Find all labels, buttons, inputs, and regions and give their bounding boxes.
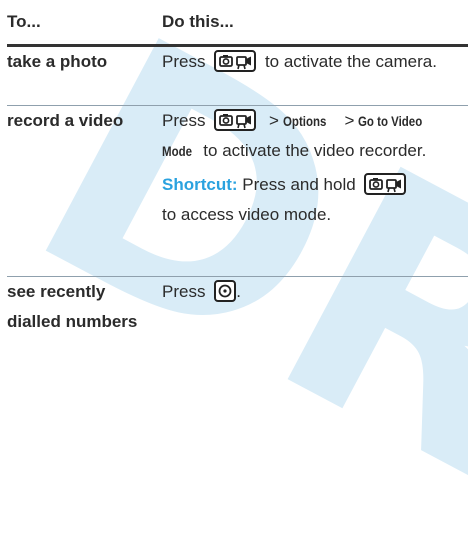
table-row: see recently dialled numbers Press . [7,277,468,386]
press-text: Press [162,282,206,301]
instruction-paragraph: Press > Options > Go to Video Mode to acti… [162,106,468,166]
menu-option-mode: Mode [162,143,192,159]
instruction-recent-dialled: Press . [162,277,468,386]
camera-video-key-icon [214,108,257,131]
camera-video-key-icon [364,172,407,195]
camera-video-key-icon [214,49,257,72]
shortcut-label: Shortcut: [162,175,238,194]
instruction-text: to activate the video recorder. [203,141,427,160]
press-text: Press [162,52,206,71]
table-row: record a video Press > Options > Go to Vid… [7,105,468,277]
table-header-row: To... Do this... [7,0,468,47]
instruction-record-video: Press > Options > Go to Video Mode to acti… [162,105,468,277]
menu-separator: > [268,111,279,130]
menu-option-go-to-video: Go to Video [358,113,423,129]
menu-option-options: Options [282,113,327,129]
shortcut-text: Press and hold [242,175,356,194]
press-text: Press [162,111,206,130]
instruction-text: to activate the camera. [264,52,437,71]
column-header-to: To... [7,0,162,47]
instruction-take-photo: Press to activate the camera. [162,45,468,106]
task-take-photo: take a photo [7,45,162,106]
task-record-video: record a video [7,105,162,277]
shortcut-text-after: to access video mode. [162,205,332,224]
instruction-text: . [236,282,241,301]
menu-separator: > [344,111,355,130]
shortcut-note: Shortcut: Press and hold to access video… [162,170,468,230]
instructions-table: To... Do this... take a photo Press to a… [7,0,468,385]
task-recent-dialled: see recently dialled numbers [7,282,138,331]
column-header-do-this: Do this... [162,0,468,47]
center-select-key-icon [214,279,237,302]
table-row: take a photo Press to activate the camer… [7,45,468,106]
